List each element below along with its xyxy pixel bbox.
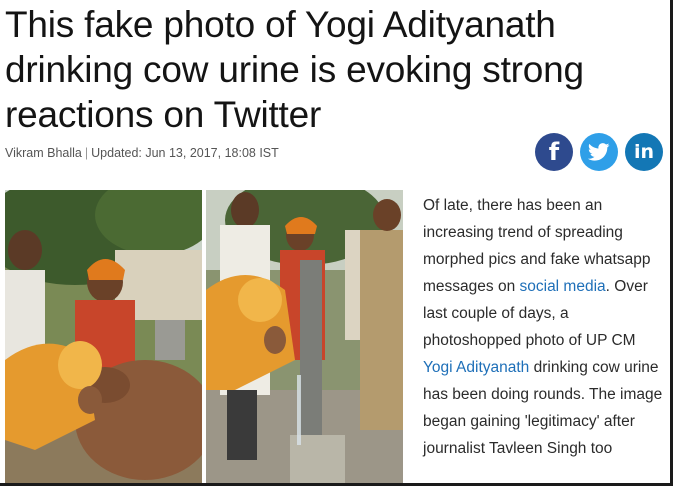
headline: This fake photo of Yogi Adityanath drink… — [5, 4, 584, 135]
updated-timestamp: Updated: Jun 13, 2017, 18:08 IST — [91, 146, 279, 160]
twitter-icon — [580, 133, 618, 171]
article-page: This fake photo of Yogi Adityanath drink… — [0, 0, 673, 486]
facebook-icon: f — [535, 133, 573, 171]
social-media-link[interactable]: social media — [520, 278, 606, 295]
byline: Vikram Bhalla | Updated: Jun 13, 2017, 18:… — [5, 146, 279, 160]
linkedin-icon: in — [625, 133, 663, 171]
linkedin-share-button[interactable]: in — [625, 133, 663, 171]
facebook-share-button[interactable]: f — [535, 133, 573, 171]
author-name[interactable]: Vikram Bhalla — [5, 146, 82, 160]
article-body: Of late, there has been an increasing tr… — [423, 192, 668, 462]
yogi-adityanath-link[interactable]: Yogi Adityanath — [423, 359, 529, 376]
article-photo — [5, 190, 403, 483]
byline-separator: | — [84, 146, 89, 160]
twitter-share-button[interactable] — [580, 133, 618, 171]
